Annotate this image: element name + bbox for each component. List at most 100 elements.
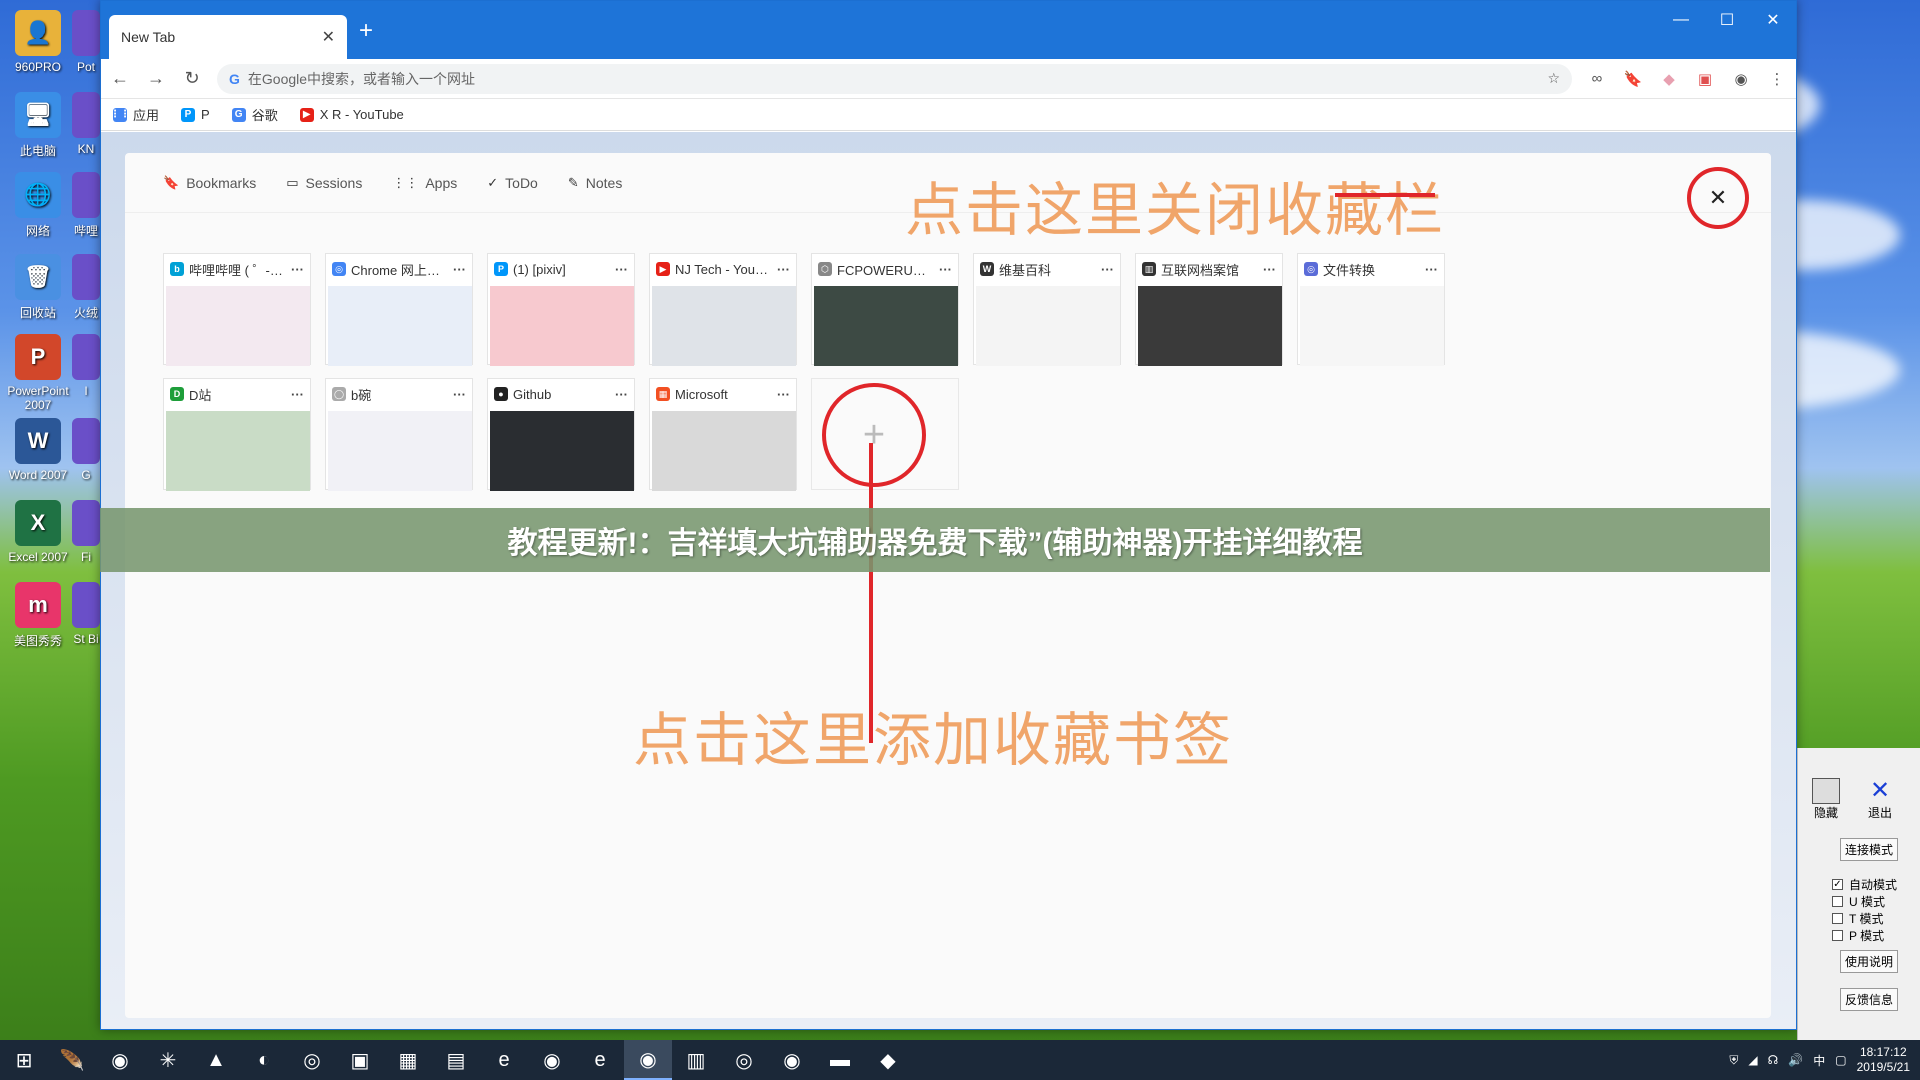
desktop-icon-partial[interactable]: 哔哩 xyxy=(72,172,100,239)
tile-more-icon[interactable]: ··· xyxy=(939,262,952,277)
tile-more-icon[interactable]: ··· xyxy=(453,262,466,277)
network-icon[interactable]: ☊ xyxy=(1768,1053,1779,1067)
address-bar[interactable]: G 在Google中搜索，或者输入一个网址 ☆ xyxy=(217,63,1572,94)
tab-close-icon[interactable]: ✕ xyxy=(322,27,335,47)
taskbar-app-icon[interactable]: ▲ xyxy=(192,1040,240,1080)
taskbar-app-icon[interactable]: ◉ xyxy=(624,1040,672,1080)
panel-nav-bookmarks[interactable]: 🔖 Bookmarks xyxy=(163,175,256,191)
shield-icon[interactable]: ⛨ xyxy=(1729,1053,1738,1068)
taskbar-app-icon[interactable]: ▬ xyxy=(816,1040,864,1080)
tile-more-icon[interactable]: ··· xyxy=(615,387,628,402)
reload-icon[interactable]: ↻ xyxy=(181,68,203,89)
taskbar-app-icon[interactable]: ◎ xyxy=(720,1040,768,1080)
panel-nav-apps[interactable]: ⋮⋮ Apps xyxy=(392,175,457,191)
taskbar-app-icon[interactable]: ◆ xyxy=(864,1040,912,1080)
bookmark-item[interactable]: ⋮⋮ 应用 xyxy=(110,105,159,124)
desktop-icon-partial[interactable]: Fi xyxy=(72,500,100,564)
speed-dial-tile[interactable]: ◎ Chrome 网上应用店 - ... ··· xyxy=(325,253,473,366)
new-tab-button[interactable]: + xyxy=(359,17,373,45)
desktop-icon-partial[interactable]: Pot xyxy=(72,10,100,74)
speed-dial-tile[interactable]: ▶ NJ Tech - YouTube ··· xyxy=(649,253,797,366)
bookmark-item[interactable]: G 谷歌 xyxy=(231,105,278,124)
taskbar-app-icon[interactable]: 🪶 xyxy=(48,1040,96,1080)
panel-nav-notes[interactable]: ✎ Notes xyxy=(568,175,622,191)
panel-close-icon[interactable]: ✕ xyxy=(1687,167,1749,229)
tile-more-icon[interactable]: ··· xyxy=(1263,262,1276,277)
clock[interactable]: 18:17:12 2019/5/21 xyxy=(1857,1045,1910,1075)
taskbar-app-icon[interactable]: ▦ xyxy=(384,1040,432,1080)
infinity-extension-icon[interactable]: ∞ xyxy=(1586,70,1608,87)
bookmark-item[interactable]: PP xyxy=(181,107,210,122)
bookmark-item[interactable]: ▶ X R - YouTube xyxy=(299,107,404,122)
add-bookmark-tile[interactable]: + xyxy=(811,378,959,490)
desktop-icon[interactable]: W Word 2007 xyxy=(0,418,76,482)
add-icon[interactable]: + xyxy=(822,383,926,487)
hide-button[interactable]: 隐藏 xyxy=(1812,778,1840,821)
desktop-icon[interactable]: X Excel 2007 xyxy=(0,500,76,564)
speed-dial-tile[interactable]: D D站 ··· xyxy=(163,378,311,491)
desktop-icon-partial[interactable]: I xyxy=(72,334,100,398)
ime-indicator[interactable]: 中 xyxy=(1813,1052,1825,1069)
pink-extension-icon[interactable]: ◆ xyxy=(1658,70,1680,88)
desktop-icon-partial[interactable]: 火绒 xyxy=(72,254,100,321)
taskbar-app-icon[interactable]: ◉ xyxy=(96,1040,144,1080)
panel-nav-todo[interactable]: ✓ ToDo xyxy=(487,175,538,191)
desktop-icon-partial[interactable]: KN xyxy=(72,92,100,156)
speed-dial-tile[interactable]: ▥ 互联网档案馆 ··· xyxy=(1135,253,1283,366)
speed-dial-tile[interactable]: ◎ 文件转换 ··· xyxy=(1297,253,1445,366)
connect-mode-button[interactable]: 连接模式 xyxy=(1840,838,1899,861)
desktop-icon[interactable]: 👤 960PRO xyxy=(0,10,76,74)
tile-more-icon[interactable]: ··· xyxy=(291,387,304,402)
taskbar-app-icon[interactable]: ▥ xyxy=(672,1040,720,1080)
action-center-icon[interactable]: ▢ xyxy=(1835,1053,1846,1067)
profile-icon[interactable]: ◉ xyxy=(1730,70,1752,88)
desktop-icon[interactable]: P PowerPoint 2007 xyxy=(0,334,76,412)
tile-more-icon[interactable]: ··· xyxy=(1425,262,1438,277)
tile-more-icon[interactable]: ··· xyxy=(777,262,790,277)
close-window-button[interactable]: ✕ xyxy=(1750,1,1796,39)
desktop-icon[interactable]: 🗑 回收站 xyxy=(0,254,76,321)
bookmark-extension-icon[interactable]: 🔖 xyxy=(1622,70,1644,88)
taskbar-app-icon[interactable]: ◉ xyxy=(528,1040,576,1080)
desktop-icon[interactable]: 🌐 网络 xyxy=(0,172,76,239)
desktop-icon[interactable]: 🖥 此电脑 xyxy=(0,92,76,159)
speed-dial-tile[interactable]: P (1) [pixiv] ··· xyxy=(487,253,635,366)
taskbar-app-icon[interactable]: e xyxy=(480,1040,528,1080)
volume-icon[interactable]: 🔊 xyxy=(1788,1053,1803,1067)
tab-new-tab[interactable]: New Tab ✕ xyxy=(109,15,347,59)
tile-more-icon[interactable]: ··· xyxy=(291,262,304,277)
start-button[interactable]: ⊞ xyxy=(0,1040,48,1080)
mode-checkbox[interactable]: ✓ 自动模式 xyxy=(1832,876,1897,893)
taskbar-app-icon[interactable]: ✳ xyxy=(144,1040,192,1080)
maximize-button[interactable]: ☐ xyxy=(1704,1,1750,39)
usage-button[interactable]: 使用说明 xyxy=(1840,950,1899,973)
mode-checkbox[interactable]: T 模式 xyxy=(1832,910,1883,927)
menu-icon[interactable]: ⋮ xyxy=(1766,70,1788,88)
taskbar-app-icon[interactable]: ▤ xyxy=(432,1040,480,1080)
tile-more-icon[interactable]: ··· xyxy=(453,387,466,402)
tile-more-icon[interactable]: ··· xyxy=(615,262,628,277)
speed-dial-tile[interactable]: ● Github ··· xyxy=(487,378,635,491)
desktop-icon-partial[interactable]: G xyxy=(72,418,100,482)
desktop-icon-partial[interactable]: St Bi xyxy=(72,582,100,646)
red-extension-icon[interactable]: ▣ xyxy=(1694,70,1716,88)
forward-icon[interactable]: → xyxy=(145,68,167,89)
minimize-button[interactable]: — xyxy=(1658,1,1704,39)
star-icon[interactable]: ☆ xyxy=(1547,70,1560,87)
tile-more-icon[interactable]: ··· xyxy=(777,387,790,402)
speed-dial-tile[interactable]: W 维基百科 ··· xyxy=(973,253,1121,366)
tile-more-icon[interactable]: ··· xyxy=(1101,262,1114,277)
exit-button[interactable]: ✕ 退出 xyxy=(1868,778,1892,821)
nvidia-icon[interactable]: ◢ xyxy=(1748,1053,1757,1067)
taskbar-app-icon[interactable]: ◐ xyxy=(240,1040,288,1080)
speed-dial-tile[interactable]: ▦ Microsoft ··· xyxy=(649,378,797,491)
taskbar-app-icon[interactable]: ◎ xyxy=(288,1040,336,1080)
speed-dial-tile[interactable]: ◯ b碗 ··· xyxy=(325,378,473,491)
taskbar-app-icon[interactable]: e xyxy=(576,1040,624,1080)
back-icon[interactable]: ← xyxy=(109,68,131,89)
taskbar-app-icon[interactable]: ▣ xyxy=(336,1040,384,1080)
desktop-icon[interactable]: m 美图秀秀 xyxy=(0,582,76,649)
taskbar-app-icon[interactable]: ◉ xyxy=(768,1040,816,1080)
speed-dial-tile[interactable]: ⬡ FCPOWERUP – 极电... ··· xyxy=(811,253,959,366)
panel-nav-sessions[interactable]: ▭ Sessions xyxy=(286,175,362,191)
